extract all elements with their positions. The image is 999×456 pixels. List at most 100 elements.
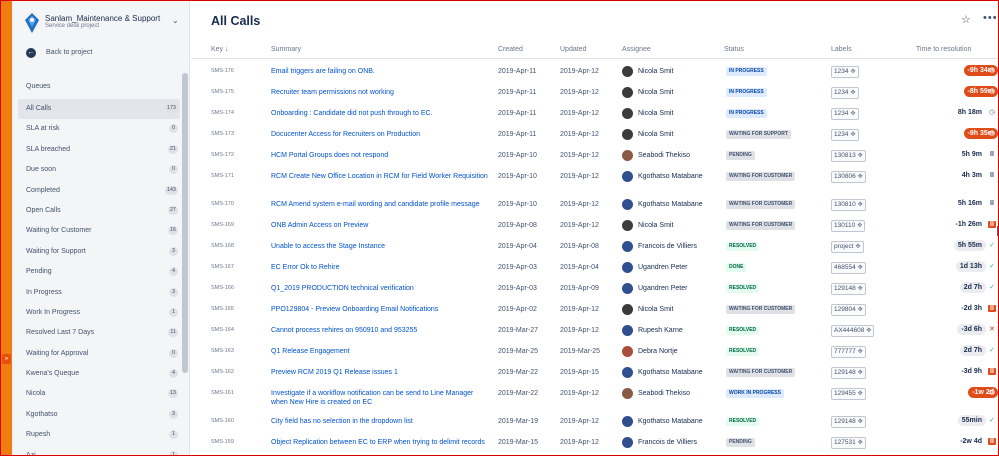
queue-item[interactable]: Pending 4 <box>18 262 180 282</box>
table-row[interactable]: SMS-171 RCM Create New Office Location in… <box>191 166 998 194</box>
issue-key[interactable]: SMS-172 <box>211 152 234 158</box>
label-chip[interactable]: 129148 ✥ <box>831 283 866 295</box>
label-remove-icon[interactable]: ✥ <box>858 391 863 397</box>
queue-item[interactable]: Waiting for Approval 0 <box>18 344 180 364</box>
issue-summary-link[interactable]: RCM Create New Office Location in RCM fo… <box>271 172 491 181</box>
label-chip[interactable]: 1234 ✥ <box>831 108 859 120</box>
assignee[interactable]: Nicola Smit <box>622 66 673 77</box>
issue-key[interactable]: SMS-170 <box>211 201 234 207</box>
star-icon[interactable]: ☆ <box>961 13 971 26</box>
issue-summary-link[interactable]: RCM Amend system e-mail wording and cand… <box>271 200 491 209</box>
issue-key[interactable]: SMS-168 <box>211 243 234 249</box>
label-remove-icon[interactable]: ✥ <box>856 244 861 250</box>
column-header-labels[interactable]: Labels <box>831 46 852 53</box>
issue-key[interactable]: SMS-173 <box>211 131 234 137</box>
assignee[interactable]: Ugandren Peter <box>622 262 687 273</box>
chevron-down-icon[interactable]: ⌄ <box>172 16 179 25</box>
queue-item[interactable]: Azi 1 <box>18 446 180 455</box>
label-chip[interactable]: 129455 ✥ <box>831 388 866 400</box>
issue-summary-link[interactable]: Docucenter Access for Recruiters on Prod… <box>271 130 491 139</box>
table-row[interactable]: SMS-164 Cannot process rehires on 950910 … <box>191 320 998 341</box>
table-row[interactable]: SMS-159 Object Replication between EC to … <box>191 432 998 455</box>
assignee[interactable]: Ugandren Peter <box>622 283 687 294</box>
table-row[interactable]: SMS-160 City field has no selection in th… <box>191 411 998 432</box>
queue-item[interactable]: All Calls 173 <box>18 99 180 120</box>
issue-summary-link[interactable]: City field has no selection in the dropd… <box>271 417 491 426</box>
queue-item[interactable]: Nicola 13 <box>18 384 180 404</box>
issue-key[interactable]: SMS-160 <box>211 418 234 424</box>
table-row[interactable]: SMS-167 EC Error Ok to Rehire 2019-Apr-03 2… <box>191 257 998 278</box>
assignee[interactable]: Nicola Smit <box>622 220 673 231</box>
assignee[interactable]: Francois de Villiers <box>622 241 697 252</box>
issue-summary-link[interactable]: Object Replication between EC to ERP whe… <box>271 438 491 447</box>
issue-summary-link[interactable]: Onboarding : Candidate did not push thro… <box>271 109 491 118</box>
label-chip[interactable]: 129148 ✥ <box>831 416 866 428</box>
issue-key[interactable]: SMS-163 <box>211 348 234 354</box>
issue-summary-link[interactable]: Q1 Release Engagement <box>271 347 491 356</box>
assignee[interactable]: Nicola Smit <box>622 129 673 140</box>
table-row[interactable]: SMS-163 Q1 Release Engagement 2019-Mar-25 2… <box>191 341 998 362</box>
issue-key[interactable]: SMS-174 <box>211 110 234 116</box>
assignee[interactable]: Rupesh Karne <box>622 325 683 336</box>
label-chip[interactable]: 1234 ✥ <box>831 66 859 78</box>
label-chip[interactable]: 130810 ✥ <box>831 199 866 211</box>
edge-badge[interactable]: » <box>2 354 11 364</box>
issue-summary-link[interactable]: Recruiter team permissions not working <box>271 88 491 97</box>
issue-key[interactable]: SMS-161 <box>211 390 234 396</box>
table-row[interactable]: SMS-176 Email triggers are failing on ONB… <box>191 61 998 82</box>
assignee[interactable]: Debra Nortje <box>622 346 678 357</box>
issue-summary-link[interactable]: HCM Portal Groups does not respond <box>271 151 491 160</box>
column-header-key[interactable]: Key ↓ <box>211 46 229 53</box>
label-remove-icon[interactable]: ✥ <box>850 132 855 138</box>
issue-summary-link[interactable]: Cannot process rehires on 950910 and 953… <box>271 326 491 335</box>
assignee[interactable]: Nicola Smit <box>622 108 673 119</box>
label-chip[interactable]: 777777 ✥ <box>831 346 866 358</box>
sidebar-scrollbar[interactable] <box>182 73 188 373</box>
label-chip[interactable]: project ✥ <box>831 241 864 253</box>
label-remove-icon[interactable]: ✥ <box>858 307 863 313</box>
issue-key[interactable]: SMS-159 <box>211 439 234 445</box>
table-row[interactable]: SMS-166 Q1_2019 PRODUCTION technical veri… <box>191 278 998 299</box>
table-row[interactable]: SMS-169 ONB Admin Access on Preview 2019-A… <box>191 215 998 236</box>
queue-item[interactable]: Rupesh 1 <box>18 425 180 445</box>
label-chip[interactable]: 129804 ✥ <box>831 304 866 316</box>
table-row[interactable]: SMS-175 Recruiter team permissions not wo… <box>191 82 998 103</box>
queue-item[interactable]: Waiting for Customer 16 <box>18 221 180 241</box>
issue-key[interactable]: SMS-162 <box>211 369 234 375</box>
issue-key[interactable]: SMS-165 <box>211 306 234 312</box>
queue-item[interactable]: In Progress 3 <box>18 283 180 303</box>
label-remove-icon[interactable]: ✥ <box>858 370 863 376</box>
label-chip[interactable]: 127531 ✥ <box>831 437 866 449</box>
label-remove-icon[interactable]: ✥ <box>858 265 863 271</box>
queue-item[interactable]: Kgothatso 3 <box>18 405 180 425</box>
queue-item[interactable]: Completed 143 <box>18 181 180 201</box>
issue-summary-link[interactable]: Investigate if a workflow notification c… <box>271 389 491 407</box>
issue-summary-link[interactable]: PPO129804 - Preview Onboarding Email Not… <box>271 305 491 314</box>
table-row[interactable]: SMS-161 Investigate if a workflow notific… <box>191 383 998 411</box>
issue-summary-link[interactable]: Q1_2019 PRODUCTION technical verificatio… <box>271 284 491 293</box>
table-row[interactable]: SMS-174 Onboarding : Candidate did not pu… <box>191 103 998 124</box>
label-chip[interactable]: AX444608 ✥ <box>831 325 875 337</box>
queue-item[interactable]: Kwena's Queque 4 <box>18 364 180 384</box>
issue-key[interactable]: SMS-169 <box>211 222 234 228</box>
queue-item[interactable]: Waiting for Support 3 <box>18 242 180 262</box>
label-remove-icon[interactable]: ✥ <box>858 419 863 425</box>
label-remove-icon[interactable]: ✥ <box>850 111 855 117</box>
column-header-summary[interactable]: Summary <box>271 46 301 53</box>
label-remove-icon[interactable]: ✥ <box>858 349 863 355</box>
issue-key[interactable]: SMS-167 <box>211 264 234 270</box>
queue-item[interactable]: Due soon 0 <box>18 160 180 180</box>
assignee[interactable]: Nicola Smit <box>622 304 673 315</box>
label-remove-icon[interactable]: ✥ <box>858 174 863 180</box>
label-remove-icon[interactable]: ✥ <box>850 90 855 96</box>
assignee[interactable]: Kgothatso Matabane <box>622 416 703 427</box>
label-remove-icon[interactable]: ✥ <box>866 328 871 334</box>
column-header-status[interactable]: Status <box>724 46 744 53</box>
table-row[interactable]: SMS-165 PPO129804 - Preview Onboarding Em… <box>191 299 998 320</box>
issue-summary-link[interactable]: EC Error Ok to Rehire <box>271 263 491 272</box>
table-row[interactable]: SMS-172 HCM Portal Groups does not respon… <box>191 145 998 166</box>
queue-item[interactable]: SLA at risk 0 <box>18 119 180 139</box>
issue-key[interactable]: SMS-164 <box>211 327 234 333</box>
column-header-time-to-resolution[interactable]: Time to resolution <box>916 46 971 53</box>
column-header-assignee[interactable]: Assignee <box>622 46 651 53</box>
